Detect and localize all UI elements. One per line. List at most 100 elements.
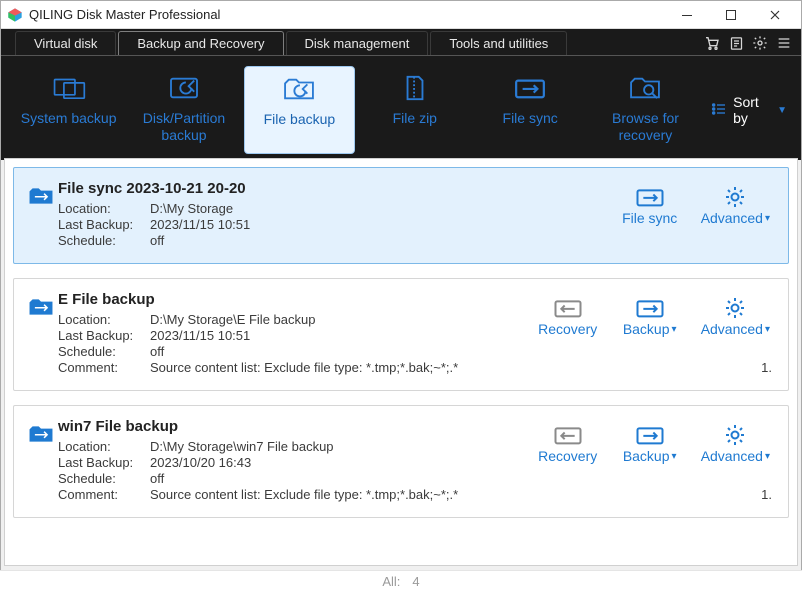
tab-virtual-disk[interactable]: Virtual disk <box>15 31 116 55</box>
status-all-label: All: <box>382 574 400 589</box>
tabstrip-tools <box>703 31 801 55</box>
job-action-file-sync[interactable]: File sync <box>619 184 681 226</box>
tab-tools-and-utilities[interactable]: Tools and utilities <box>430 31 567 55</box>
file-backup-button[interactable]: File backup <box>244 66 355 154</box>
action-label: Backup <box>623 448 670 464</box>
action-label: File sync <box>622 210 677 226</box>
chevron-down-icon: ▾ <box>765 213 770 224</box>
job-actions: Recovery Backup▾ Advanced▾ <box>537 295 770 337</box>
recovery-icon <box>553 295 583 321</box>
job-action-backup[interactable]: Backup▾ <box>619 422 681 464</box>
toolbtn-label: Browse for recovery <box>594 110 697 144</box>
location-label: Location: <box>58 201 150 216</box>
advanced-icon <box>723 422 747 448</box>
schedule-label: Schedule: <box>58 344 150 359</box>
last-backup-label: Last Backup: <box>58 217 150 232</box>
window-maximize-button[interactable] <box>709 1 753 29</box>
job-list: File sync 2023-10-21 20-20 Location:D:\M… <box>4 158 798 566</box>
comment-label: Comment: <box>58 487 150 502</box>
location-label: Location: <box>58 439 150 454</box>
job-type-icon <box>28 418 58 503</box>
action-label: Recovery <box>538 448 597 464</box>
action-label: Backup <box>623 321 670 337</box>
disk-partition-backup-icon <box>167 74 201 102</box>
action-label: Recovery <box>538 321 597 337</box>
advanced-icon <box>723 184 747 210</box>
sort-by-label: Sort by <box>733 94 771 126</box>
job-action-backup[interactable]: Backup▾ <box>619 295 681 337</box>
last-backup-label: Last Backup: <box>58 328 150 343</box>
comment-extra: 1. <box>761 360 772 375</box>
tab-disk-management[interactable]: Disk management <box>286 31 429 55</box>
comment-value: Source content list: Exclude file type: … <box>150 487 757 502</box>
comment-extra: 1. <box>761 487 772 502</box>
schedule-label: Schedule: <box>58 471 150 486</box>
chevron-down-icon: ▾ <box>672 451 677 462</box>
file-sync-button[interactable]: File sync <box>474 66 585 154</box>
job-card[interactable]: win7 File backup Location:D:\My Storage\… <box>13 405 789 518</box>
status-bar: All: 4 <box>0 570 802 592</box>
job-type-icon <box>28 291 58 376</box>
system-backup-button[interactable]: System backup <box>13 66 124 154</box>
browse-recovery-button[interactable]: Browse for recovery <box>590 66 701 154</box>
job-action-recovery[interactable]: Recovery <box>537 295 599 337</box>
app-logo-icon <box>7 7 23 23</box>
action-label: Advanced <box>701 210 763 226</box>
backup-icon <box>635 295 665 321</box>
window-title: QILING Disk Master Professional <box>29 7 665 22</box>
file-zip-icon <box>398 74 432 102</box>
job-action-advanced[interactable]: Advanced▾ <box>701 184 770 226</box>
toolbtn-label: File sync <box>503 110 558 127</box>
file-sync-icon <box>513 74 547 102</box>
action-label: Advanced <box>701 448 763 464</box>
file-zip-button[interactable]: File zip <box>359 66 470 154</box>
window-minimize-button[interactable] <box>665 1 709 29</box>
recovery-icon <box>553 422 583 448</box>
window-close-button[interactable] <box>753 1 797 29</box>
comment-label: Comment: <box>58 360 150 375</box>
backup-icon <box>635 422 665 448</box>
toolbtn-label: File zip <box>393 110 437 127</box>
advanced-icon <box>723 295 747 321</box>
app-chrome: Virtual diskBackup and RecoveryDisk mana… <box>1 29 801 160</box>
toolbtn-label: File backup <box>264 111 336 128</box>
last-backup-label: Last Backup: <box>58 455 150 470</box>
tab-backup-and-recovery[interactable]: Backup and Recovery <box>118 31 283 55</box>
schedule-value: off <box>150 344 772 359</box>
job-action-advanced[interactable]: Advanced▾ <box>701 295 770 337</box>
job-actions: Recovery Backup▾ Advanced▾ <box>537 422 770 464</box>
comment-value: Source content list: Exclude file type: … <box>150 360 757 375</box>
main-toolbar: System backup Disk/Partition backup File… <box>1 56 801 160</box>
window-titlebar: QILING Disk Master Professional <box>1 1 801 29</box>
job-action-recovery[interactable]: Recovery <box>537 422 599 464</box>
schedule-value: off <box>150 233 772 248</box>
chevron-down-icon: ▾ <box>765 451 770 462</box>
file-backup-icon <box>282 75 316 103</box>
cart-icon[interactable] <box>703 34 721 52</box>
job-actions: File sync Advanced▾ <box>619 184 770 226</box>
chevron-down-icon: ▾ <box>672 324 677 335</box>
job-type-icon <box>28 180 58 249</box>
chevron-down-icon: ▾ <box>765 324 770 335</box>
schedule-value: off <box>150 471 772 486</box>
log-icon[interactable] <box>727 34 745 52</box>
system-backup-icon <box>52 74 86 102</box>
browse-recovery-icon <box>628 74 662 102</box>
action-label: Advanced <box>701 321 763 337</box>
sort-by-button[interactable]: Sort by ▼ <box>709 90 789 130</box>
job-card[interactable]: File sync 2023-10-21 20-20 Location:D:\M… <box>13 167 789 264</box>
job-action-advanced[interactable]: Advanced▾ <box>701 422 770 464</box>
toolbtn-label: Disk/Partition backup <box>132 110 235 144</box>
settings-gear-icon[interactable] <box>751 34 769 52</box>
menu-icon[interactable] <box>775 34 793 52</box>
job-card[interactable]: E File backup Location:D:\My Storage\E F… <box>13 278 789 391</box>
schedule-label: Schedule: <box>58 233 150 248</box>
location-label: Location: <box>58 312 150 327</box>
toolbtn-label: System backup <box>21 110 117 127</box>
disk-partition-backup-button[interactable]: Disk/Partition backup <box>128 66 239 154</box>
status-count: 4 <box>412 574 419 589</box>
file-sync-icon <box>635 184 665 210</box>
sort-list-icon <box>711 102 727 119</box>
main-tabstrip: Virtual diskBackup and RecoveryDisk mana… <box>1 29 801 55</box>
chevron-down-icon: ▼ <box>777 105 787 116</box>
